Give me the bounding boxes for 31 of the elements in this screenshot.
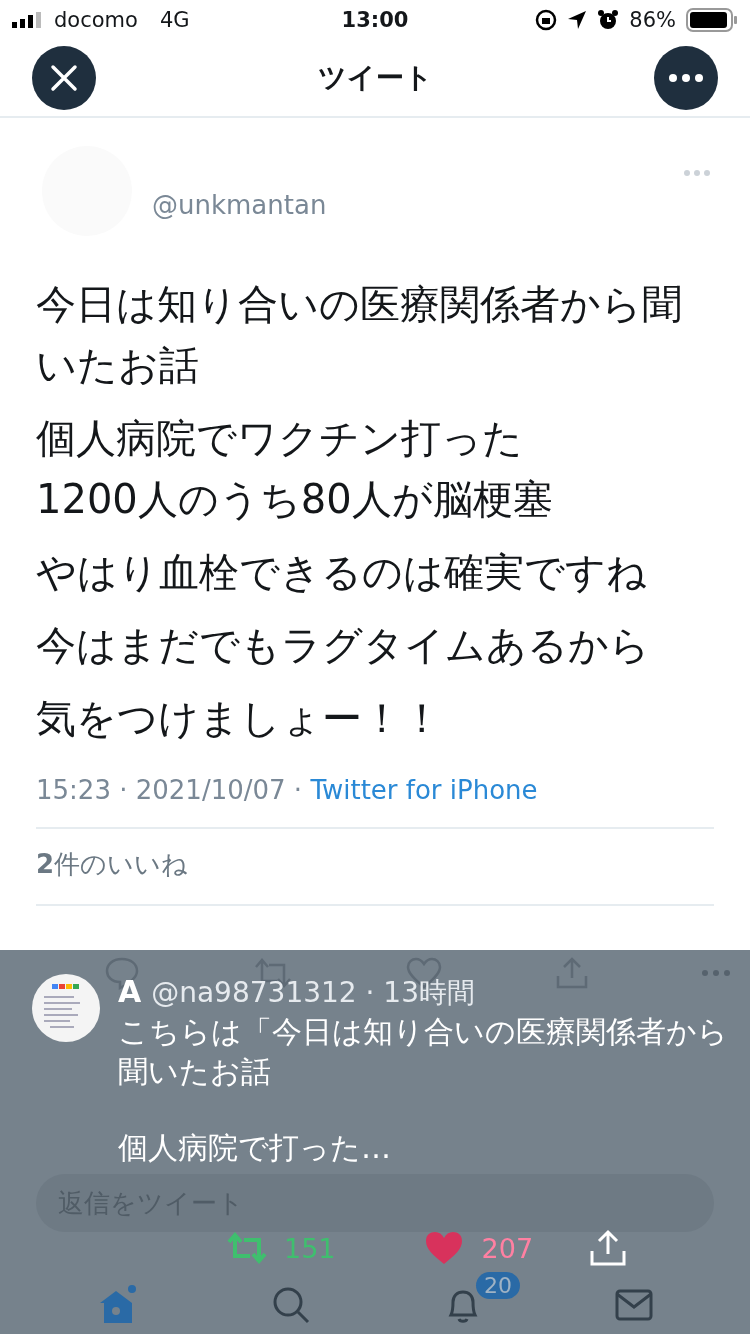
tweet-text: 今日は知り合いの医療関係者から聞いたお話 (36, 280, 683, 390)
retweet-count: 151 (284, 1232, 336, 1264)
like-count: 207 (481, 1232, 534, 1264)
battery-percent: 86% (629, 8, 676, 32)
reply-text: 個人病院で打った… (118, 1129, 392, 1167)
tweet-text: 個人病院でワクチン打った 1200人のうち80人が脳梗塞 (36, 414, 554, 524)
reply-text: こちらは「今日は知り合いの医療関係者から聞いたお話 (118, 1013, 729, 1091)
page-title: ツイート (317, 60, 433, 96)
author-handle[interactable]: @na98731312 · 13時間 (151, 974, 475, 1012)
likes-count[interactable]: 2件のいいね (36, 849, 189, 879)
alarm-clock-icon (597, 9, 620, 31)
carrier-name: docomo (54, 8, 138, 32)
location-arrow-icon (567, 10, 588, 30)
search-tab[interactable] (271, 1285, 312, 1325)
battery-icon (686, 8, 738, 32)
user-handle[interactable]: @unkmantan (152, 190, 327, 220)
source-link[interactable]: Twitter for iPhone (310, 775, 538, 805)
more-icon[interactable] (668, 73, 704, 83)
tweet-text: やはり血栓できるのは確実ですね (36, 548, 648, 597)
messages-tab[interactable] (614, 1288, 655, 1322)
retweet-icon[interactable] (226, 1231, 268, 1265)
tweet-timestamp: 15:23 · 2021/10/07 · (36, 775, 304, 805)
tweet-text: 気をつけましょー！！ (36, 694, 443, 743)
author-name[interactable]: A (118, 974, 142, 1009)
rotation-lock-icon (535, 9, 558, 31)
clock-time: 13:00 (341, 8, 409, 32)
tweet-text: 今はまだでもラグタイムあるから (36, 621, 651, 670)
close-icon[interactable] (50, 64, 78, 92)
network-type: 4G (159, 8, 190, 32)
notification-badge: 20 (476, 1272, 520, 1299)
share-icon[interactable] (589, 1229, 628, 1267)
